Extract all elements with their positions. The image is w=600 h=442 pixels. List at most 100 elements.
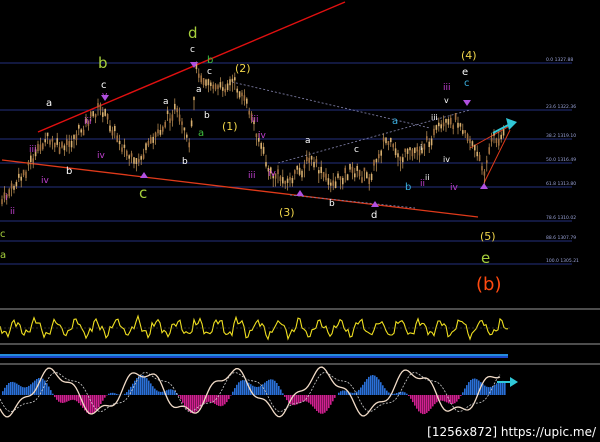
candle-body	[457, 122, 459, 128]
candle-body	[409, 147, 411, 151]
wave-label-sub: a	[163, 97, 169, 107]
candle-body	[406, 148, 409, 154]
candle-body	[49, 140, 51, 145]
candle-body	[82, 129, 85, 136]
candle-body	[368, 177, 370, 184]
histogram-bar	[146, 378, 148, 395]
candle-body	[354, 173, 356, 178]
candle-body	[210, 82, 212, 86]
candle-body	[56, 138, 58, 145]
candle-body	[176, 108, 178, 113]
histogram-bar	[330, 395, 332, 405]
candle-body	[243, 95, 246, 101]
candle-body	[18, 173, 20, 178]
candle-body	[104, 109, 106, 116]
candle-body	[217, 85, 219, 89]
candle-body	[174, 103, 176, 110]
histogram-bar	[442, 395, 444, 401]
candle-body	[205, 79, 207, 86]
histogram-bar	[134, 380, 136, 395]
histogram-bar	[54, 395, 56, 398]
candle-body	[440, 124, 442, 129]
wave-label-sub: iii	[248, 171, 256, 181]
histogram-bar	[50, 390, 52, 395]
histogram-bar	[412, 395, 414, 403]
histogram-bar	[358, 389, 360, 395]
candle-body	[385, 137, 387, 144]
wave-label: (5)	[480, 230, 496, 243]
histogram-bar	[490, 386, 492, 395]
histogram-bar	[388, 392, 390, 395]
histogram-bar	[496, 383, 498, 395]
histogram-bar	[484, 385, 486, 395]
histogram-bar	[458, 395, 460, 400]
candle-body	[279, 176, 282, 181]
candle-body	[58, 147, 61, 154]
histogram-bar	[144, 376, 146, 395]
candle-body	[200, 75, 202, 83]
candle-body	[265, 162, 267, 167]
wave-label-sub: a	[305, 136, 311, 146]
candle-body	[70, 141, 73, 148]
histogram-bar	[258, 386, 260, 395]
histogram-bar	[280, 389, 282, 395]
wave-label-sub: iii	[84, 117, 92, 127]
wave-label-sub: b	[329, 199, 335, 209]
histogram-bar	[352, 392, 354, 395]
histogram-bar	[394, 393, 396, 395]
wave-label: i	[5, 193, 8, 203]
fib-label: 23.6 1322.36	[546, 104, 576, 110]
candle-body	[392, 144, 394, 148]
histogram-bar	[424, 395, 426, 414]
candle-body	[75, 134, 78, 141]
wave-label: b	[98, 54, 108, 72]
wave-label: a	[198, 128, 204, 139]
candle-body	[150, 137, 152, 144]
wave-label: d	[371, 210, 377, 221]
histogram-bar	[482, 384, 484, 395]
candle-body	[116, 135, 118, 143]
wave-label-sub: c	[354, 145, 359, 155]
histogram-bar	[14, 382, 16, 395]
candle-body	[361, 177, 363, 183]
histogram-bar	[162, 391, 164, 395]
candle-body	[66, 139, 68, 145]
histogram-bar	[446, 395, 448, 403]
histogram-bar	[324, 395, 326, 413]
candle-body	[94, 114, 97, 118]
candle-body	[286, 178, 289, 183]
candle-body	[337, 173, 339, 178]
histogram-bar	[172, 389, 174, 395]
candle-body	[145, 143, 147, 151]
histogram-bar	[416, 395, 418, 409]
histogram-bar	[262, 384, 264, 395]
candle-body	[111, 130, 114, 136]
histogram-bar	[68, 395, 70, 401]
candle-body	[1, 199, 3, 205]
candle-body	[109, 125, 111, 132]
candle-body	[486, 160, 488, 164]
fib-label: 78.6 1310.02	[546, 215, 576, 221]
histogram-bar	[210, 395, 212, 403]
histogram-bar	[52, 393, 54, 395]
candle-body	[349, 163, 351, 170]
histogram-bar	[222, 395, 224, 406]
histogram-bar	[502, 380, 504, 395]
wave-label-sub: iv	[443, 155, 450, 164]
candle-body	[330, 182, 332, 186]
histogram-bar	[182, 395, 184, 403]
candle-body	[399, 156, 402, 161]
histogram-bar	[428, 395, 430, 412]
candle-body	[358, 169, 361, 177]
wave-label: e	[462, 67, 468, 78]
histogram-bar	[426, 395, 428, 413]
candle-body	[63, 145, 66, 151]
histogram-bar	[406, 393, 408, 395]
histogram-bar	[192, 395, 194, 414]
histogram-bar	[150, 383, 152, 395]
candle-body	[241, 92, 243, 97]
candle-body	[255, 133, 258, 138]
histogram-bar	[440, 395, 442, 401]
candle-body	[356, 166, 358, 171]
candle-body	[318, 170, 320, 174]
